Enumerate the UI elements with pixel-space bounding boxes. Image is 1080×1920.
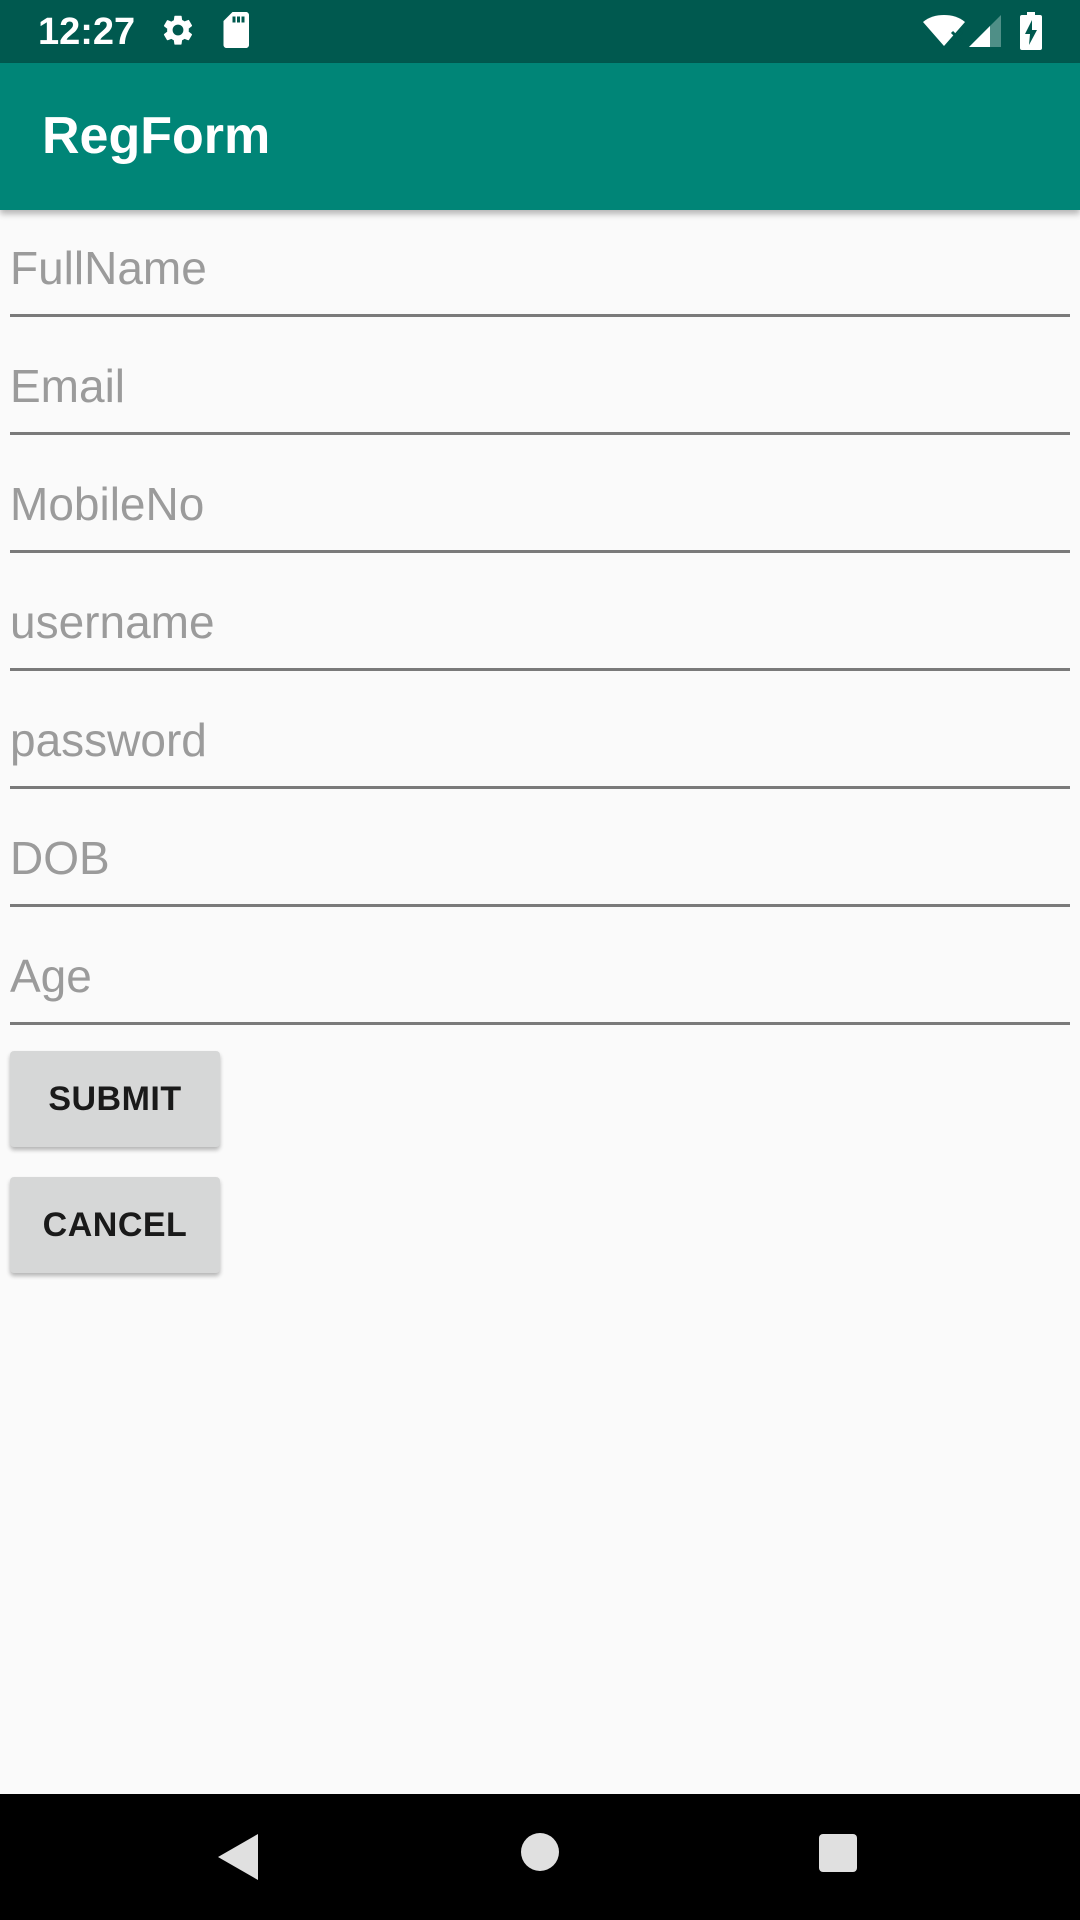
- status-time: 12:27: [38, 11, 136, 53]
- password-input[interactable]: [10, 692, 1070, 788]
- password-field: [10, 692, 1070, 792]
- cancel-button[interactable]: CANCEL: [10, 1177, 220, 1273]
- cancel-button-label: CANCEL: [42, 1205, 188, 1244]
- submit-button-label: SUBMIT: [48, 1079, 182, 1118]
- battery-charging-icon: [1020, 12, 1042, 50]
- recents-icon[interactable]: [818, 1833, 858, 1873]
- email-field: [10, 338, 1070, 438]
- sd-card-icon: [222, 12, 252, 48]
- dob-underline: [10, 904, 1070, 907]
- submit-button[interactable]: SUBMIT: [10, 1051, 220, 1147]
- settings-icon: [160, 12, 196, 48]
- age-field: [10, 928, 1070, 1028]
- mobileno-field: [10, 456, 1070, 556]
- navigation-bar: [0, 1794, 1080, 1920]
- app-title: RegForm: [42, 107, 271, 165]
- fullname-underline: [10, 314, 1070, 317]
- signal-icon: [968, 14, 1002, 48]
- mobileno-input[interactable]: [10, 456, 1070, 552]
- age-input[interactable]: [10, 928, 1070, 1024]
- screen: 12:27 RegForm FullName Email MobileNo us…: [0, 0, 1080, 1920]
- username-underline: [10, 668, 1070, 671]
- dob-field: [10, 810, 1070, 910]
- home-icon[interactable]: [520, 1832, 560, 1872]
- wifi-icon: [922, 14, 966, 48]
- age-underline: [10, 1022, 1070, 1025]
- username-field: [10, 574, 1070, 674]
- back-icon[interactable]: [216, 1832, 260, 1882]
- username-input[interactable]: [10, 574, 1070, 670]
- app-bar: RegForm: [0, 63, 1080, 210]
- email-input[interactable]: [10, 338, 1070, 434]
- password-underline: [10, 786, 1070, 789]
- dob-input[interactable]: [10, 810, 1070, 906]
- status-bar: 12:27: [0, 0, 1080, 63]
- mobileno-underline: [10, 550, 1070, 553]
- fullname-field: [10, 220, 1070, 320]
- email-underline: [10, 432, 1070, 435]
- fullname-input[interactable]: [10, 220, 1070, 316]
